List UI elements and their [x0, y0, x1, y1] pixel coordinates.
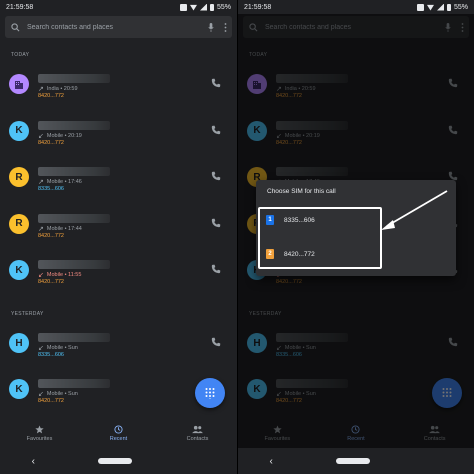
sim-number: 8420...772: [38, 279, 64, 285]
contact-avatar[interactable]: R: [9, 167, 29, 187]
phone-icon: [211, 78, 221, 88]
redacted-contact-name: [38, 74, 110, 83]
call-button[interactable]: [210, 170, 222, 182]
clock-icon: [114, 424, 123, 434]
battery-icon: [209, 3, 214, 11]
contact-avatar[interactable]: K: [9, 260, 29, 280]
contact-avatar[interactable]: [9, 74, 29, 94]
home-icon[interactable]: [335, 458, 370, 464]
status-bar: 21:59:58 55%: [0, 0, 237, 14]
phone-icon: [211, 264, 221, 274]
outgoing-call-icon: ↗: [38, 86, 44, 93]
wifi-icon: [426, 4, 434, 11]
call-detail: ↙Mobile • Sun: [38, 345, 78, 352]
wifi-icon: [189, 4, 197, 11]
phone-icon: [211, 125, 221, 134]
sim-number: 8420...772: [38, 232, 64, 239]
status-time: 21:59:58: [244, 3, 272, 11]
contact-avatar[interactable]: K: [9, 120, 29, 141]
phone-icon: [211, 171, 221, 181]
microphone-icon[interactable]: [204, 22, 218, 32]
call-log-row[interactable]: R ↗Mobile • 17:468335...606: [0, 167, 237, 207]
status-bar: 21:59:58 55%: [238, 0, 474, 14]
missed-call-icon: ↙: [38, 272, 44, 279]
call-button[interactable]: [210, 336, 222, 348]
system-navigation: ‹: [238, 448, 474, 474]
dialog-title: Choose SIM for this call: [267, 188, 336, 195]
incoming-call-icon: ↙: [38, 132, 44, 140]
sim-number: 8335...606: [38, 186, 64, 192]
annotation-arrow-icon: [381, 190, 448, 230]
nav-contacts[interactable]: Contacts: [168, 425, 228, 442]
call-button[interactable]: [210, 124, 222, 136]
battery-level: 55%: [216, 3, 231, 11]
people-icon: [192, 425, 203, 433]
call-button[interactable]: [210, 77, 222, 89]
status-time: 21:59:58: [6, 3, 34, 11]
incoming-call-icon: ↙: [38, 345, 44, 352]
redacted-contact-name: [38, 333, 110, 342]
phone-icon: [211, 218, 221, 227]
home-icon[interactable]: [98, 458, 133, 464]
redacted-contact-name: [38, 379, 110, 388]
call-log-row[interactable]: K ↙Mobile • 11:558420...772: [0, 260, 237, 300]
star-icon: [35, 424, 44, 433]
call-detail: ↗Mobile • 17:46: [38, 179, 82, 186]
redacted-contact-name: [38, 260, 110, 269]
back-icon[interactable]: ‹: [32, 456, 35, 467]
incoming-call-icon: ↙: [38, 391, 44, 398]
sim-number: 8420...772: [38, 139, 64, 146]
sim-number: 8420...772: [38, 93, 64, 99]
search-icon: [5, 22, 25, 32]
dialpad-button[interactable]: [195, 378, 225, 408]
battery-icon: [446, 3, 451, 11]
nfc-icon: [416, 3, 424, 11]
phone-icon: [211, 337, 221, 347]
outgoing-call-icon: ↗: [38, 225, 44, 233]
call-detail: ↗India • 20:59: [38, 86, 78, 93]
sim-number: 8420...772: [38, 398, 64, 404]
redacted-contact-name: [38, 213, 110, 223]
outgoing-call-icon: ↗: [38, 179, 44, 186]
contact-avatar[interactable]: K: [9, 379, 29, 399]
call-detail: ↙Mobile • 20:19: [38, 132, 82, 140]
call-log-screen: 21:59:58 55% TODAY ↗India • 20:598420...…: [0, 0, 237, 474]
redacted-contact-name: [38, 167, 110, 176]
nav-favourites[interactable]: Favourites: [10, 424, 70, 442]
battery-level: 55%: [453, 3, 468, 11]
search-input[interactable]: [25, 22, 204, 32]
call-detail: ↙Mobile • 11:55: [38, 272, 82, 279]
sim-number: 8335...606: [38, 352, 64, 358]
signal-icon: [199, 3, 207, 11]
signal-icon: [436, 3, 444, 11]
section-header-yesterday: YESTERDAY: [11, 311, 44, 317]
system-navigation: ‹: [0, 448, 237, 474]
business-icon: [15, 81, 23, 89]
dialpad-icon: [205, 388, 215, 399]
call-detail: ↗Mobile • 17:44: [38, 225, 82, 233]
contact-avatar[interactable]: R: [9, 213, 29, 234]
more-options-icon[interactable]: [218, 22, 232, 32]
annotation-highlight-box: [258, 207, 382, 269]
redacted-contact-name: [38, 120, 110, 130]
bottom-navigation: Favourites Recent Contacts: [0, 420, 237, 446]
call-log-row[interactable]: K ↙Mobile • 20:198420...772: [0, 120, 237, 161]
contact-avatar[interactable]: H: [9, 333, 29, 353]
call-log-row[interactable]: R ↗Mobile • 17:448420...772: [0, 213, 237, 254]
call-detail: ↙Mobile • Sun: [38, 391, 78, 398]
section-header-today: TODAY: [11, 52, 30, 58]
call-button[interactable]: [210, 263, 222, 275]
call-button[interactable]: [210, 217, 222, 229]
call-log-row[interactable]: ↗India • 20:598420...772: [0, 74, 237, 114]
call-log-row[interactable]: H ↙Mobile • Sun8335...606: [0, 333, 237, 373]
back-icon[interactable]: ‹: [269, 456, 272, 467]
search-bar[interactable]: [5, 16, 232, 38]
nav-recent[interactable]: Recent: [89, 424, 149, 442]
nfc-icon: [179, 3, 187, 11]
